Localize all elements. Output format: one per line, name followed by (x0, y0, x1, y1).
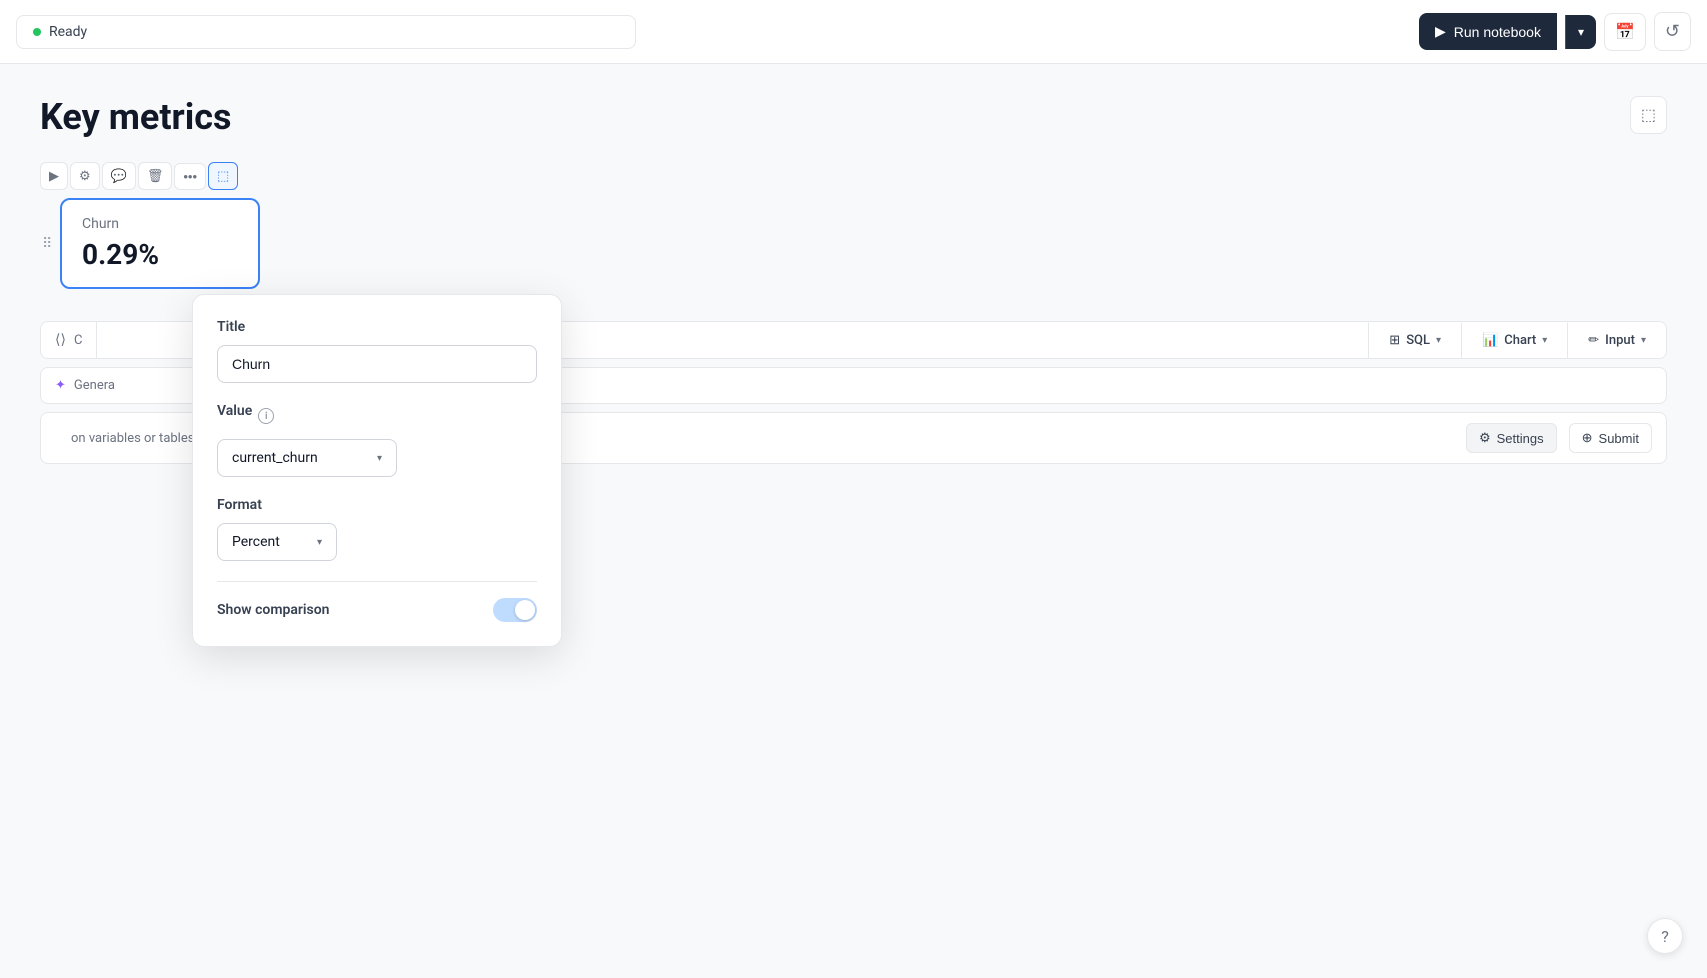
delete-cell-button[interactable]: 🗑 (138, 162, 173, 190)
top-bar-actions: ▶ Run notebook ▾ 📅 ↺ (1419, 12, 1691, 51)
run-notebook-dropdown-button[interactable]: ▾ (1565, 15, 1596, 49)
settings-label: Settings (1497, 431, 1544, 446)
metric-card-value: 0.29% (82, 238, 238, 271)
toggle-knob (515, 600, 535, 620)
trash-icon: 🗑 (147, 168, 164, 184)
toggle-row: Show comparison (217, 598, 537, 622)
code-label: C (74, 333, 82, 348)
status-label: Ready (49, 24, 87, 40)
chart-button[interactable]: 📊 Chart ▾ (1461, 323, 1567, 358)
spark-icon: ✦ (55, 378, 66, 393)
more-cell-button[interactable]: ••• (174, 163, 206, 190)
run-notebook-label: Run notebook (1454, 24, 1541, 40)
title-input[interactable] (217, 345, 537, 383)
popup-panel: Title Value i current_churn ▾ Format Per… (192, 294, 562, 647)
sql-chevron-icon: ▾ (1436, 335, 1441, 346)
format-select-text: Percent (232, 534, 280, 550)
value-info-row: Value i (217, 403, 537, 429)
calendar-icon: 📅 (1615, 22, 1635, 42)
chart-label: Chart (1504, 333, 1536, 348)
drag-handle[interactable]: ⠿ (42, 236, 52, 252)
input-chevron-icon: ▾ (1641, 335, 1646, 346)
refresh-button[interactable]: ↺ (1654, 12, 1691, 51)
run-notebook-button[interactable]: ▶ Run notebook (1419, 13, 1557, 50)
display-mode-button[interactable]: ⬚ (1630, 96, 1667, 134)
input-button[interactable]: ✏ Input ▾ (1567, 323, 1666, 358)
value-chevron-icon: ▾ (377, 453, 382, 464)
format-select[interactable]: Percent ▾ (217, 523, 337, 561)
submit-label: Submit (1599, 431, 1639, 446)
chart-icon: 📊 (1482, 333, 1498, 348)
code-cell-left[interactable]: ⟨⟩ C (41, 322, 97, 358)
status-pill: Ready (16, 15, 636, 49)
comment-icon: 💬 (111, 168, 127, 184)
info-icon-letter: i (265, 411, 268, 422)
show-comparison-toggle[interactable] (493, 598, 537, 622)
submit-icon: ⊕ (1582, 430, 1593, 446)
help-icon: ? (1661, 927, 1669, 946)
sql-button[interactable]: ⊞ SQL ▾ (1368, 323, 1461, 358)
display-cell-button[interactable]: ⬚ (208, 162, 238, 190)
refresh-icon: ↺ (1665, 21, 1680, 42)
generate-label: Genera (74, 378, 115, 393)
info-icon: i (258, 408, 274, 424)
top-bar: Ready ▶ Run notebook ▾ 📅 ↺ (0, 0, 1707, 64)
chevron-down-icon: ▾ (1578, 25, 1584, 39)
metric-card-title: Churn (82, 216, 238, 232)
calendar-button[interactable]: 📅 (1604, 13, 1646, 51)
settings-cell-button[interactable]: ⚙ (70, 162, 100, 190)
format-chevron-icon: ▾ (317, 537, 322, 548)
settings-button[interactable]: ⚙ Settings (1466, 423, 1557, 453)
sql-icon: ⊞ (1389, 333, 1400, 348)
more-icon: ••• (183, 169, 197, 184)
run-cell-icon: ▶ (49, 168, 59, 184)
run-icon: ▶ (1435, 23, 1446, 40)
gear-icon: ⚙ (79, 168, 91, 184)
metric-card: Churn 0.29% (60, 198, 260, 289)
format-section-label: Format (217, 497, 537, 513)
popup-divider (217, 581, 537, 582)
value-select-text: current_churn (232, 450, 318, 466)
submit-button[interactable]: ⊕ Submit (1569, 423, 1652, 453)
input-icon: ✏ (1588, 333, 1599, 348)
run-cell-button[interactable]: ▶ (40, 162, 68, 190)
value-section-label: Value (217, 403, 252, 419)
input-label: Input (1605, 333, 1635, 348)
display-icon: ⬚ (1641, 107, 1656, 124)
page-title: Key metrics (40, 96, 1667, 138)
comment-cell-button[interactable]: 💬 (102, 162, 136, 190)
help-button[interactable]: ? (1647, 918, 1683, 954)
show-comparison-label: Show comparison (217, 602, 330, 618)
status-dot (33, 28, 41, 36)
cell-toolbar: ▶ ⚙ 💬 🗑 ••• ⬚ (40, 162, 1667, 190)
code-icon: ⟨⟩ (55, 332, 66, 348)
chart-chevron-icon: ▾ (1542, 335, 1547, 346)
sql-label: SQL (1406, 333, 1430, 348)
main-content: ⬚ Key metrics ▶ ⚙ 💬 🗑 ••• ⬚ ⠿ Churn 0.29… (0, 64, 1707, 496)
display-cell-icon: ⬚ (217, 168, 229, 184)
title-section-label: Title (217, 319, 537, 335)
settings-icon: ⚙ (1479, 430, 1491, 446)
value-select[interactable]: current_churn ▾ (217, 439, 397, 477)
